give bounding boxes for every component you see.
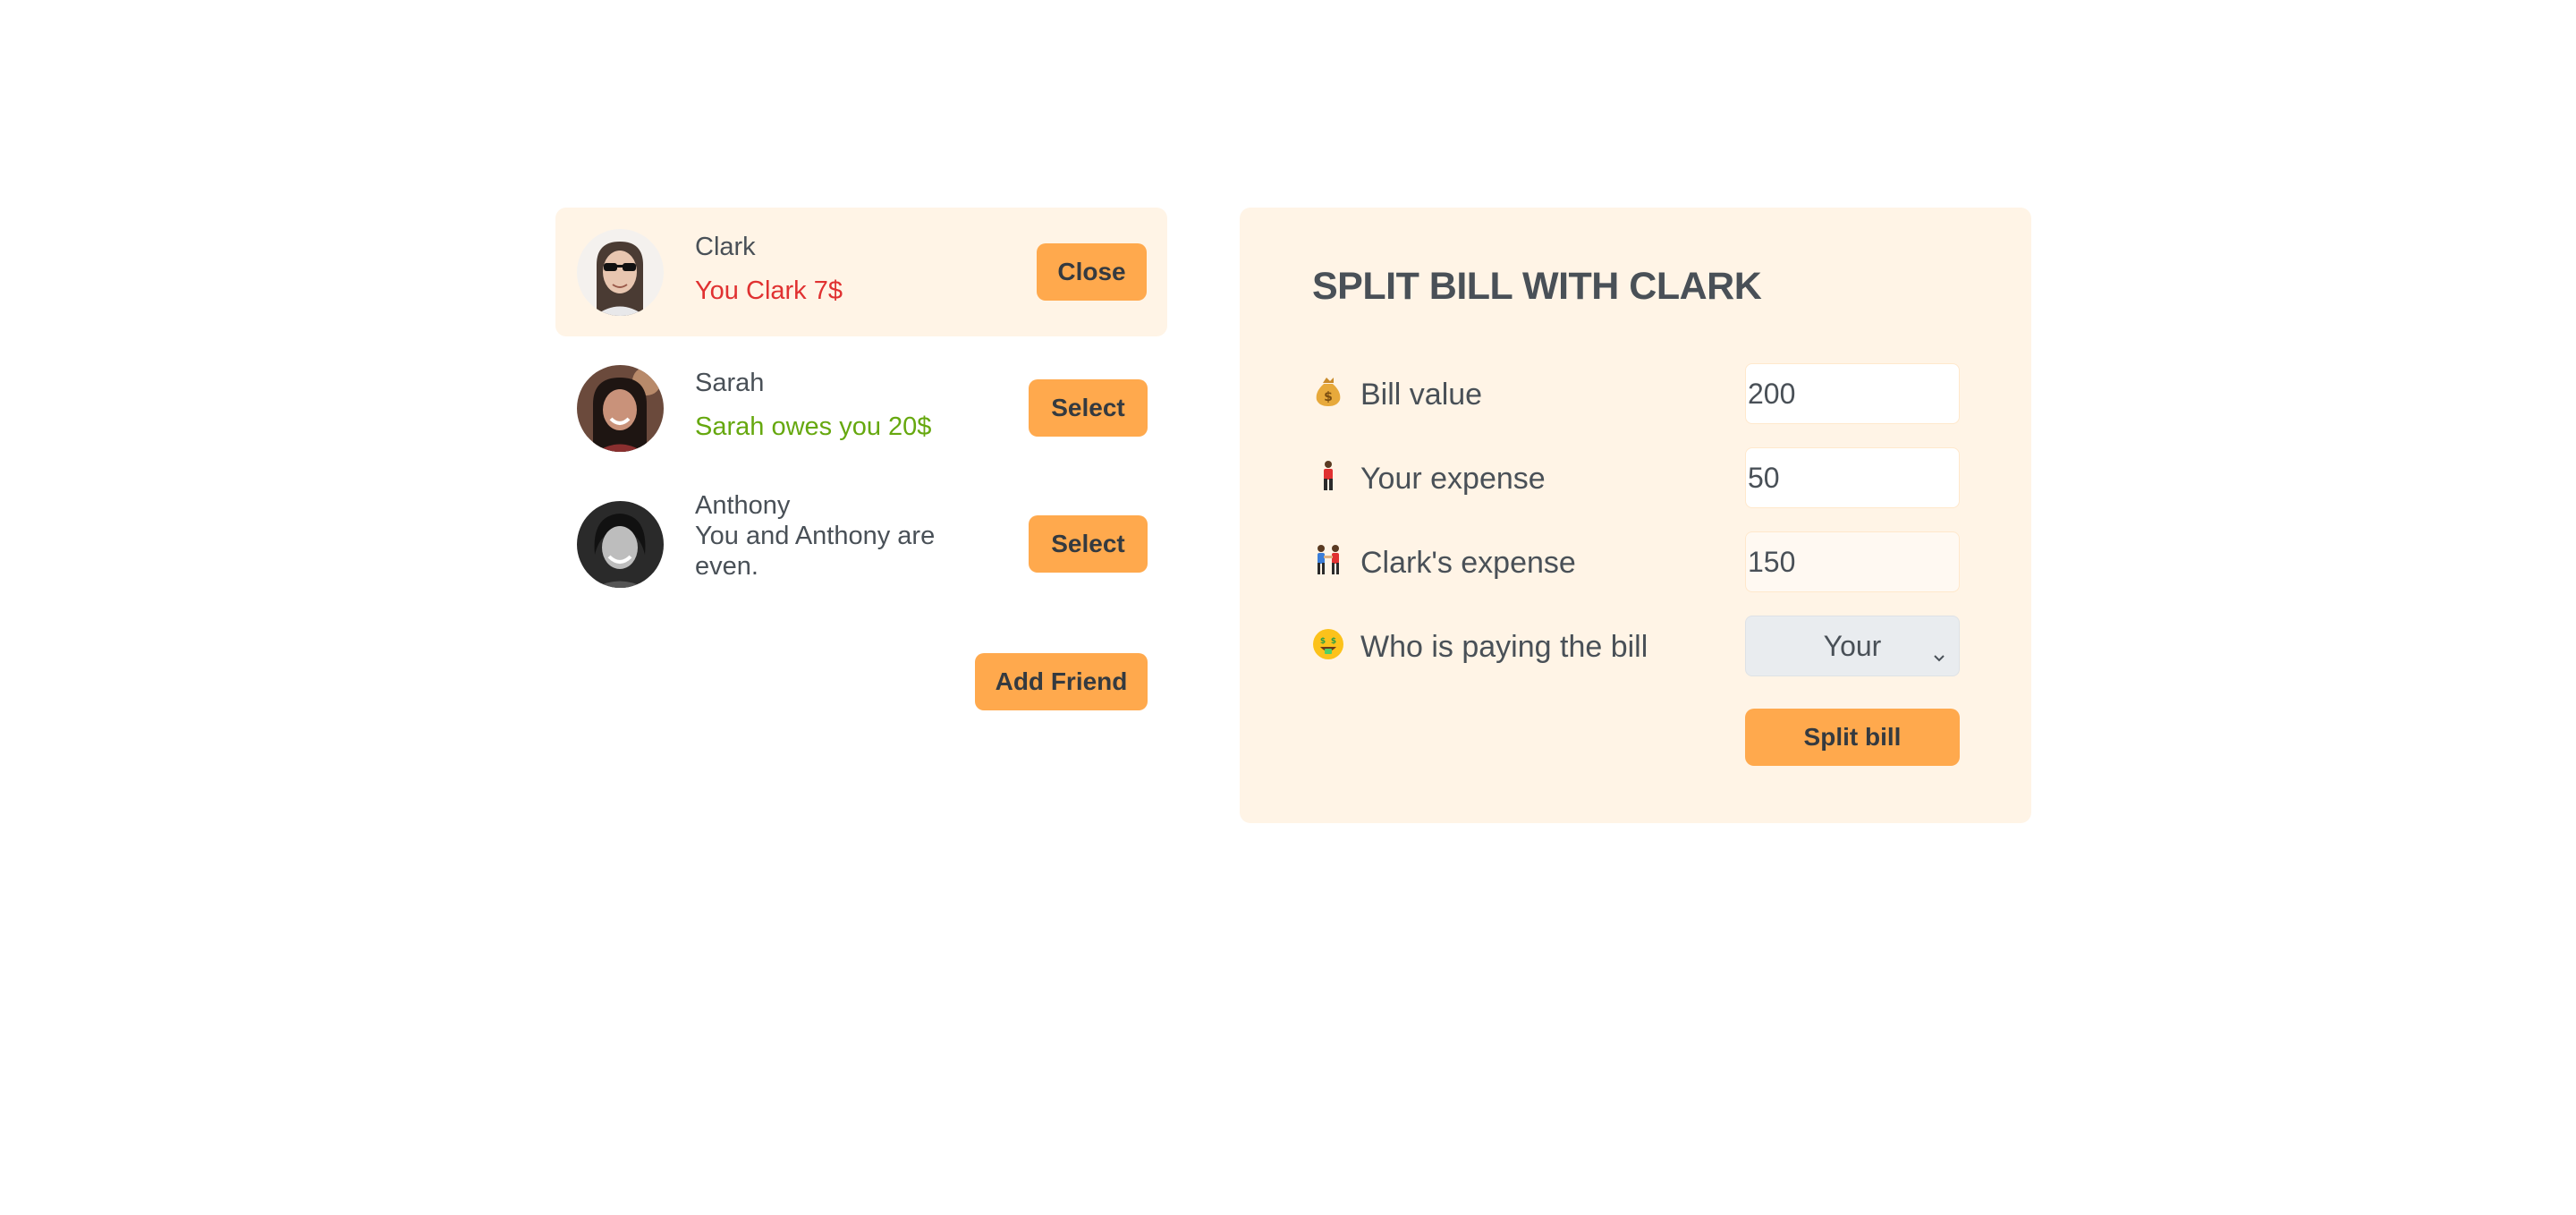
friend-item-sarah: Sarah Sarah owes you 20$ Select	[555, 344, 1167, 472]
friend-balance: You and Anthony are even.	[695, 522, 936, 581]
money-mouth-face-icon: $ $	[1312, 628, 1344, 660]
bill-value-label: Bill value	[1360, 378, 1483, 412]
money-bag-icon: $	[1312, 376, 1344, 408]
payer-select[interactable]: Your	[1745, 616, 1960, 676]
svg-text:$: $	[1320, 637, 1326, 646]
select-button[interactable]: Select	[1029, 515, 1148, 573]
select-button[interactable]: Select	[1029, 379, 1148, 437]
friend-name: Sarah	[695, 369, 765, 397]
payer-row: $ $ Who is paying the bill Your	[1312, 616, 1960, 676]
friend-balance: Sarah owes you 20$	[695, 412, 932, 441]
friends-sidebar: Clark You Clark 7$ Close Sarah Sarah owe…	[555, 208, 1167, 710]
friend-balance: You Clark 7$	[695, 276, 843, 305]
bill-value-row: $ Bill value	[1312, 363, 1960, 424]
your-expense-label: Your expense	[1360, 462, 1546, 496]
friend-expense-label: Clark's expense	[1360, 546, 1576, 580]
friend-expense-input	[1745, 531, 1960, 592]
bill-value-input[interactable]	[1745, 363, 1960, 424]
svg-text:$: $	[1324, 390, 1333, 404]
your-expense-row: Your expense	[1312, 447, 1960, 508]
friend-expense-row: Clark's expense	[1312, 531, 1960, 592]
payer-selected-value: Your	[1823, 629, 1882, 662]
add-friend-button[interactable]: Add Friend	[975, 653, 1148, 710]
avatar	[577, 365, 664, 452]
person-standing-icon	[1312, 460, 1344, 492]
close-button[interactable]: Close	[1037, 243, 1147, 301]
your-expense-input[interactable]	[1745, 447, 1960, 508]
friend-name: Clark	[695, 233, 756, 261]
avatar	[577, 229, 664, 316]
friend-name: Anthony	[695, 491, 791, 520]
payer-label: Who is paying the bill	[1360, 630, 1648, 664]
chevron-down-icon	[1932, 640, 1946, 662]
two-people-icon	[1312, 544, 1344, 576]
form-title: SPLIT BILL WITH CLARK	[1312, 265, 1762, 308]
split-bill-form: SPLIT BILL WITH CLARK $ Bill value Your …	[1240, 208, 2031, 823]
avatar	[577, 501, 664, 588]
friends-list: Clark You Clark 7$ Close Sarah Sarah owe…	[555, 208, 1167, 608]
friend-item-clark: Clark You Clark 7$ Close	[555, 208, 1167, 336]
svg-text:$: $	[1331, 637, 1336, 646]
friend-item-anthony: Anthony You and Anthony are even. Select	[555, 480, 1167, 608]
split-bill-button[interactable]: Split bill	[1745, 709, 1960, 766]
